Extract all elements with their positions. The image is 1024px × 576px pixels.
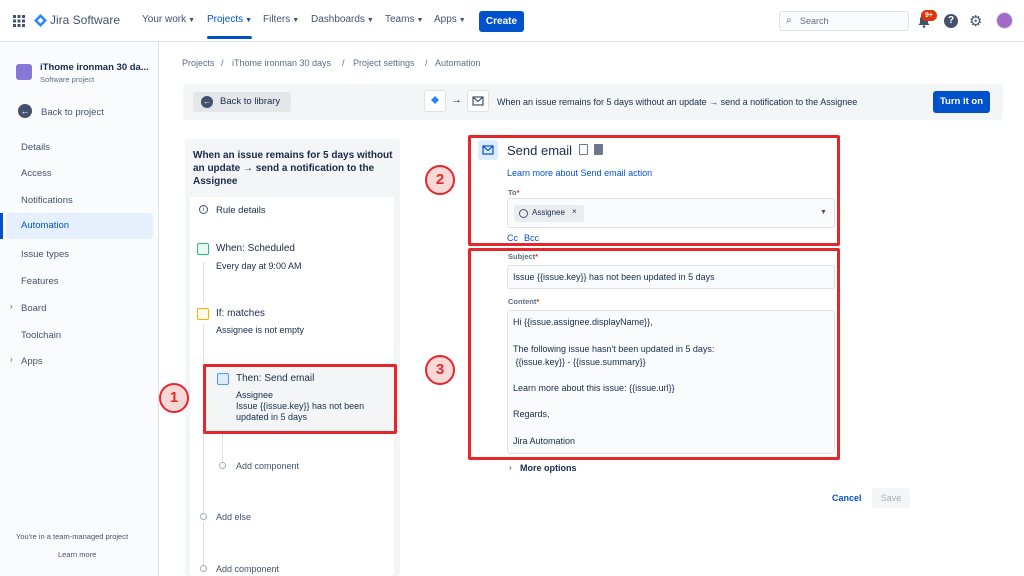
nav-label: Dashboards — [311, 14, 365, 25]
annotation-box-1 — [203, 364, 397, 434]
chevron-down-icon: ▼ — [416, 17, 424, 24]
back-to-library-label: Back to library — [220, 96, 281, 107]
project-avatar — [16, 64, 32, 80]
back-arrow-icon: ← — [201, 96, 213, 108]
action-chip — [467, 90, 489, 112]
sidebar-item-notifications[interactable]: Notifications — [21, 195, 73, 206]
turn-it-on-button[interactable]: Turn it on — [933, 91, 990, 113]
chevron-down-icon: ▼ — [292, 17, 300, 24]
nav-filters[interactable]: Filters ▼ — [263, 14, 299, 25]
trigger-step-title[interactable]: When: Scheduled — [216, 243, 295, 254]
jira-logo-icon[interactable] — [34, 14, 47, 27]
timeline-line — [203, 522, 204, 566]
add-else-link[interactable]: Add else — [216, 512, 251, 522]
sidebar-item-board[interactable]: Board — [21, 303, 46, 314]
add-component-dot[interactable] — [219, 462, 226, 469]
project-type: Software project — [40, 75, 95, 84]
avatar[interactable] — [996, 12, 1013, 29]
chevron-right-icon: › — [10, 302, 13, 311]
mail-icon — [472, 96, 484, 106]
chevron-right-icon: › — [509, 463, 512, 472]
project-name[interactable]: iThome ironman 30 da... — [40, 62, 149, 73]
notification-count-badge: 9+ — [921, 10, 937, 21]
condition-icon — [197, 308, 209, 320]
annotation-box-3 — [468, 248, 840, 460]
diamond-icon — [431, 96, 439, 104]
chevron-right-icon: › — [10, 355, 13, 364]
nav-teams[interactable]: Teams ▼ — [385, 14, 423, 25]
nav-label: Projects — [207, 14, 244, 25]
nav-dashboards[interactable]: Dashboards ▼ — [311, 14, 374, 25]
add-component-link[interactable]: Add component — [216, 564, 279, 574]
sidebar-learn-more-link[interactable]: Learn more — [58, 550, 96, 559]
top-navigation: Jira Software Your work ▼ Projects ▼ Filte… — [0, 0, 1024, 42]
condition-step-subtitle: Assignee is not empty — [216, 325, 305, 335]
calendar-icon — [197, 243, 209, 255]
product-name[interactable]: Jira Software — [50, 13, 120, 27]
rule-details-link[interactable]: Rule details — [216, 205, 266, 216]
search-input[interactable]: ⌕ Search — [779, 11, 909, 31]
trigger-chip — [424, 90, 446, 112]
chevron-down-icon: ▼ — [188, 17, 196, 24]
breadcrumb-separator: / — [342, 58, 345, 68]
annotation-box-2 — [468, 135, 840, 246]
save-button[interactable]: Save — [872, 488, 910, 508]
timeline-line — [203, 426, 204, 514]
sidebar-item-features[interactable]: Features — [21, 276, 59, 287]
info-icon: i — [199, 205, 208, 214]
create-button[interactable]: Create — [479, 11, 524, 32]
sidebar: iThome ironman 30 da... Software project… — [0, 42, 159, 576]
annotation-badge-1: 1 — [159, 383, 189, 413]
sidebar-item-automation[interactable]: Automation — [0, 213, 153, 239]
arrow-right-icon: → — [451, 94, 462, 106]
annotation-badge-2: 2 — [425, 165, 455, 195]
cancel-button[interactable]: Cancel — [832, 493, 862, 503]
sidebar-item-details[interactable]: Details — [21, 142, 50, 153]
condition-step-title[interactable]: If: matches — [216, 308, 265, 319]
timeline-line — [203, 262, 204, 302]
breadcrumb-projects[interactable]: Projects — [182, 58, 215, 68]
nav-label: Apps — [434, 14, 457, 25]
nav-apps[interactable]: Apps ▼ — [434, 14, 466, 25]
settings-icon[interactable]: ⚙ — [969, 12, 982, 30]
chevron-down-icon: ▼ — [458, 17, 466, 24]
nav-label: Teams — [385, 14, 415, 25]
chevron-down-icon: ▼ — [245, 17, 253, 24]
sidebar-item-apps[interactable]: Apps — [21, 356, 43, 367]
back-to-project-link[interactable]: Back to project — [41, 107, 104, 118]
add-component-link[interactable]: Add component — [236, 461, 299, 471]
more-options-toggle[interactable]: More options — [520, 463, 577, 473]
breadcrumb-separator: / — [425, 58, 428, 68]
add-else-dot[interactable] — [200, 513, 207, 520]
breadcrumb-separator: / — [221, 58, 224, 68]
breadcrumb-project[interactable]: iThome ironman 30 days — [232, 58, 331, 68]
back-to-library-button[interactable]: ← Back to library — [193, 92, 291, 112]
nav-label: Your work — [142, 14, 187, 25]
nav-label: Filters — [263, 14, 291, 25]
search-icon: ⌕ — [786, 15, 792, 26]
trigger-step-subtitle: Every day at 9:00 AM — [216, 261, 302, 271]
breadcrumb-automation[interactable]: Automation — [435, 58, 481, 68]
sidebar-item-toolchain[interactable]: Toolchain — [21, 330, 61, 341]
sidebar-item-issue-types[interactable]: Issue types — [21, 249, 69, 260]
sidebar-item-access[interactable]: Access — [21, 168, 52, 179]
search-placeholder: Search — [800, 16, 829, 26]
back-arrow-icon[interactable]: ← — [18, 104, 32, 118]
chevron-down-icon: ▼ — [366, 17, 374, 24]
banner-description: When an issue remains for 5 days without… — [497, 97, 858, 107]
sidebar-footer-text: You're in a team-managed project — [16, 532, 129, 541]
breadcrumb-project-settings[interactable]: Project settings — [353, 58, 415, 68]
help-icon[interactable]: ? — [944, 14, 958, 28]
annotation-badge-3: 3 — [425, 355, 455, 385]
timeline-line — [203, 324, 204, 366]
nav-your-work[interactable]: Your work ▼ — [142, 14, 195, 25]
add-component-dot[interactable] — [200, 565, 207, 572]
nav-projects[interactable]: Projects ▼ — [207, 14, 253, 39]
rule-title: When an issue remains for 5 days without… — [193, 150, 393, 187]
app-switcher-icon[interactable] — [13, 15, 25, 27]
